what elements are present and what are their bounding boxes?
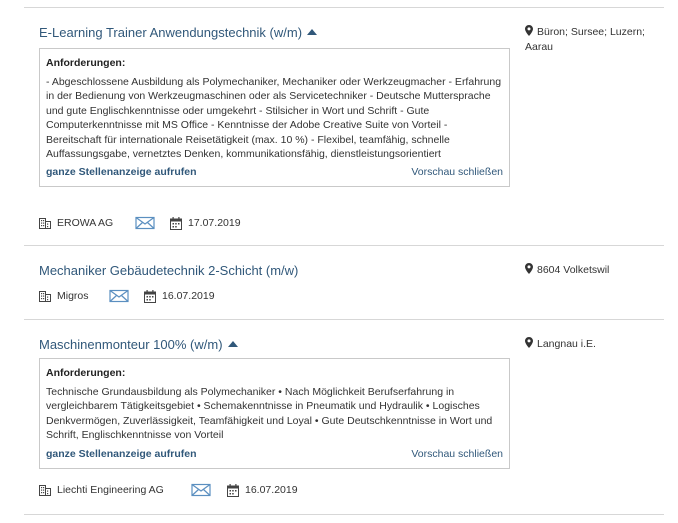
email-share-button[interactable] bbox=[108, 288, 130, 304]
calendar-icon bbox=[227, 483, 239, 497]
company-name: Migros bbox=[57, 290, 89, 302]
map-pin-icon bbox=[525, 25, 533, 40]
full-ad-link[interactable]: ganze Stellenanzeige aufrufen bbox=[46, 166, 197, 178]
top-divider bbox=[24, 7, 664, 8]
location-text: 8604 Volketswil bbox=[537, 264, 610, 276]
envelope-icon[interactable] bbox=[134, 216, 156, 230]
job-location: 8604 Volketswil bbox=[525, 263, 655, 278]
post-date: 17.07.2019 bbox=[188, 217, 241, 229]
job-location: Büron; Sursee; Luzern; Aarau bbox=[525, 25, 655, 54]
calendar-icon bbox=[170, 216, 182, 230]
email-share-button[interactable] bbox=[134, 215, 156, 231]
calendar-icon bbox=[144, 289, 156, 303]
envelope-icon[interactable] bbox=[108, 289, 130, 303]
location-text: Langnau i.E. bbox=[537, 338, 596, 350]
listing-divider bbox=[24, 319, 664, 320]
map-pin-icon bbox=[525, 337, 533, 352]
job-title[interactable]: E-Learning Trainer Anwendungstechnik (w/… bbox=[39, 25, 302, 40]
email-share-button[interactable] bbox=[190, 482, 212, 498]
location-text: Büron; Sursee; Luzern; Aarau bbox=[525, 26, 645, 53]
listing-divider bbox=[24, 514, 664, 515]
preview-text: Technische Grundausbildung als Polymecha… bbox=[46, 386, 493, 442]
post-date: 16.07.2019 bbox=[162, 290, 215, 302]
envelope-icon[interactable] bbox=[190, 483, 212, 497]
building-icon bbox=[39, 484, 51, 496]
preview-text: - Abgeschlossene Ausbildung als Polymech… bbox=[46, 76, 502, 161]
preview-heading: Anforderungen: bbox=[46, 367, 126, 379]
job-title-link[interactable]: E-Learning Trainer Anwendungstechnik (w/… bbox=[39, 25, 318, 40]
caret-up-icon[interactable] bbox=[307, 29, 318, 35]
building-icon bbox=[39, 217, 51, 229]
company-name: EROWA AG bbox=[57, 217, 114, 229]
job-preview-box: Anforderungen: Technische Grundausbildun… bbox=[39, 358, 510, 469]
preview-heading: Anforderungen: bbox=[46, 57, 126, 69]
close-preview-link[interactable]: Vorschau schließen bbox=[411, 166, 503, 178]
listing-divider bbox=[24, 245, 664, 246]
job-title-link[interactable]: Mechaniker Gebäudetechnik 2-Schicht (m/w… bbox=[39, 263, 298, 278]
full-ad-link[interactable]: ganze Stellenanzeige aufrufen bbox=[46, 448, 197, 460]
close-preview-link[interactable]: Vorschau schließen bbox=[411, 448, 503, 460]
building-icon bbox=[39, 290, 51, 302]
post-date: 16.07.2019 bbox=[245, 484, 298, 496]
map-pin-icon bbox=[525, 263, 533, 278]
job-title-link[interactable]: Maschinenmonteur 100% (w/m) bbox=[39, 337, 238, 352]
job-title[interactable]: Maschinenmonteur 100% (w/m) bbox=[39, 337, 223, 352]
company-name: Liechti Engineering AG bbox=[57, 484, 164, 496]
job-location: Langnau i.E. bbox=[525, 337, 655, 352]
caret-up-icon[interactable] bbox=[227, 341, 238, 347]
job-title[interactable]: Mechaniker Gebäudetechnik 2-Schicht (m/w… bbox=[39, 263, 298, 278]
job-preview-box: Anforderungen: - Abgeschlossene Ausbildu… bbox=[39, 48, 510, 188]
